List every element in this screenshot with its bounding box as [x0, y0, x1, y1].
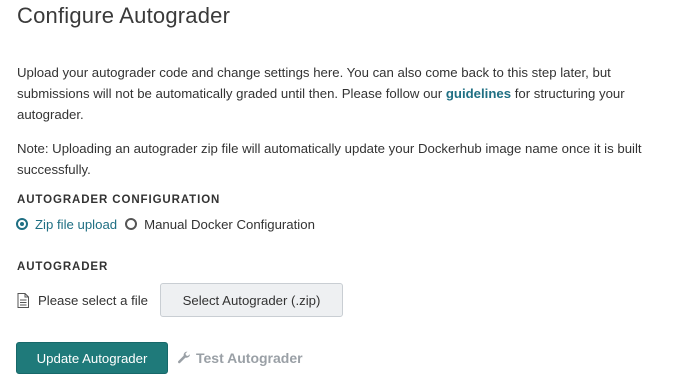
manual-docker-radio-label[interactable]: Manual Docker Configuration: [144, 217, 315, 232]
note-paragraph: Note: Uploading an autograder zip file w…: [17, 141, 642, 177]
configuration-radio-group: Zip file upload Manual Docker Configurat…: [16, 214, 315, 234]
wrench-icon: [177, 351, 191, 365]
page-title: Configure Autograder: [17, 3, 231, 28]
test-autograder-button[interactable]: Test Autograder: [177, 350, 303, 366]
manual-docker-radio-option[interactable]: Manual Docker Configuration: [125, 217, 315, 232]
document-icon: [17, 292, 29, 308]
zip-upload-radio-label[interactable]: Zip file upload: [35, 217, 117, 232]
file-placeholder-text: Please select a file: [38, 292, 148, 308]
zip-upload-radio[interactable]: [16, 218, 28, 230]
intro-paragraph: Upload your autograder code and change s…: [17, 62, 677, 125]
update-autograder-button[interactable]: Update Autograder: [16, 342, 168, 374]
test-autograder-label[interactable]: Test Autograder: [196, 350, 303, 366]
manual-docker-radio[interactable]: [125, 218, 138, 230]
configure-autograder-page: Configure Autograder Upload your autogra…: [0, 0, 689, 390]
zip-upload-radio-option[interactable]: Zip file upload: [16, 217, 117, 232]
file-select-row: Please select a file Select Autograder (…: [17, 282, 343, 318]
guidelines-link[interactable]: guidelines: [446, 86, 511, 101]
autograder-label: AUTOGRADER: [17, 261, 109, 273]
action-bar: Update Autograder Test Autograder: [16, 342, 303, 374]
select-autograder-button[interactable]: Select Autograder (.zip): [159, 283, 343, 317]
autograder-configuration-label: AUTOGRADER CONFIGURATION: [17, 194, 221, 206]
